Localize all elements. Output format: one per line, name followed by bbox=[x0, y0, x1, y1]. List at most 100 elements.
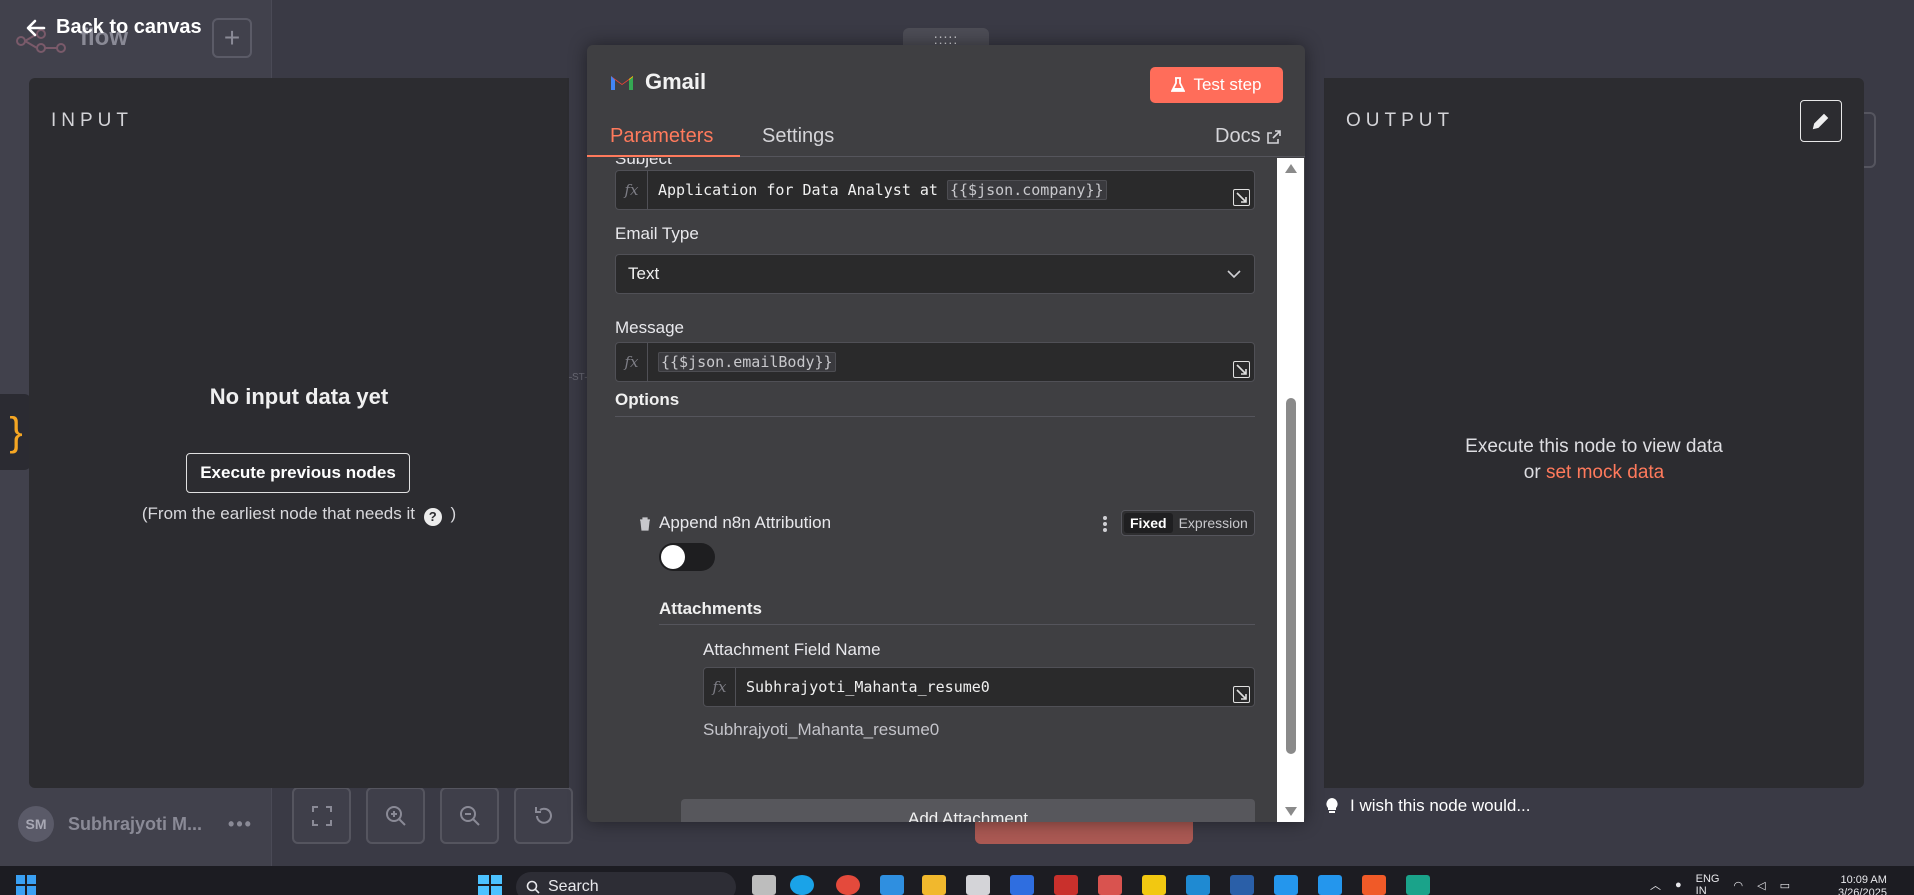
subject-field[interactable]: fx Application for Data Analyst at {{$js… bbox=[615, 170, 1255, 210]
power-bi-icon[interactable] bbox=[1142, 875, 1166, 895]
append-attribution-label: Append n8n Attribution bbox=[659, 513, 832, 532]
tab-settings[interactable]: Settings bbox=[762, 125, 834, 148]
app-icon[interactable] bbox=[1054, 875, 1078, 895]
attachment-field[interactable]: fx Subhrajyoti_Mahanta_resume0 bbox=[703, 667, 1255, 707]
fx-icon: fx bbox=[616, 171, 648, 209]
zoom-in-icon bbox=[385, 805, 406, 826]
app-icon[interactable] bbox=[1098, 875, 1122, 895]
expand-icon[interactable] bbox=[1233, 189, 1250, 206]
app-icon[interactable] bbox=[1406, 875, 1430, 895]
weather-icon[interactable]: ● bbox=[1675, 879, 1682, 891]
app-icon[interactable] bbox=[966, 875, 990, 895]
taskbar-search[interactable]: Search bbox=[516, 872, 736, 895]
fit-view-icon bbox=[311, 805, 332, 826]
node-settings-modal: Gmail Test step Parameters Settings Docs… bbox=[587, 45, 1305, 822]
task-view-icon[interactable] bbox=[752, 875, 776, 895]
options-divider bbox=[615, 416, 1255, 417]
output-panel-label: OUTPUT bbox=[1346, 110, 1455, 131]
arrow-left-icon bbox=[26, 19, 46, 36]
postman-icon[interactable] bbox=[1362, 875, 1386, 895]
output-message-line1: Execute this node to view data bbox=[1465, 436, 1723, 457]
email-type-label: Email Type bbox=[615, 224, 699, 243]
docker-icon[interactable] bbox=[1274, 875, 1298, 895]
back-to-canvas-link[interactable]: Back to canvas bbox=[26, 16, 202, 39]
message-expression: {{$json.emailBody}} bbox=[658, 352, 836, 372]
add-button[interactable]: + bbox=[212, 18, 252, 58]
user-profile[interactable]: SM Subhrajyoti M... ••• bbox=[18, 806, 253, 842]
attribution-toggle[interactable] bbox=[659, 543, 715, 571]
attachment-preview: Subhrajyoti_Mahanta_resume0 bbox=[703, 720, 940, 739]
input-panel: INPUT No input data yet Execute previous… bbox=[29, 78, 569, 788]
code-braces-icon[interactable]: } bbox=[0, 394, 32, 470]
output-panel: OUTPUT Execute this node to view data or… bbox=[1324, 78, 1864, 788]
expression-option[interactable]: Expression bbox=[1173, 513, 1254, 533]
battery-icon[interactable]: ▭ bbox=[1780, 879, 1790, 892]
add-attachment-button[interactable]: Add Attachment bbox=[681, 799, 1255, 822]
expand-icon[interactable] bbox=[1233, 686, 1250, 703]
expand-icon[interactable] bbox=[1233, 361, 1250, 378]
language-indicator[interactable]: ENG IN bbox=[1696, 873, 1720, 895]
options-title: Options bbox=[615, 390, 680, 409]
docker-icon[interactable] bbox=[1318, 875, 1342, 895]
user-name: Subhrajyoti M... bbox=[68, 813, 203, 834]
flask-icon bbox=[1171, 77, 1186, 92]
docs-link[interactable]: Docs bbox=[1215, 125, 1281, 148]
app-icon[interactable] bbox=[1010, 875, 1034, 895]
edge-icon[interactable] bbox=[790, 875, 814, 895]
earliest-node-hint: (From the earliest node that needs it ? … bbox=[29, 504, 569, 526]
zoom-in-button[interactable] bbox=[366, 787, 425, 844]
node-title-text: Gmail bbox=[645, 69, 707, 94]
wifi-icon[interactable]: ◠ bbox=[1734, 879, 1744, 892]
user-menu-icon[interactable]: ••• bbox=[228, 814, 253, 835]
windows-taskbar: Search ︿ ● ENG IN ◠ ◁ ▭ 10:09 AM 3/26/202… bbox=[0, 866, 1914, 895]
attachment-field-label: Attachment Field Name bbox=[703, 640, 881, 659]
docs-label: Docs bbox=[1215, 125, 1261, 147]
subject-prefix: Application for Data Analyst at bbox=[658, 181, 947, 199]
fit-view-button[interactable] bbox=[292, 787, 351, 844]
scroll-thumb[interactable] bbox=[1286, 398, 1296, 754]
chevron-up-icon[interactable]: ︿ bbox=[1650, 877, 1661, 893]
modal-tabs: Parameters Settings Docs bbox=[587, 117, 1305, 157]
system-tray: ︿ ● ENG IN ◠ ◁ ▭ bbox=[1650, 873, 1790, 895]
node-title: Gmail bbox=[609, 69, 706, 95]
execute-previous-nodes-button[interactable]: Execute previous nodes bbox=[186, 453, 410, 493]
hint-suffix: ) bbox=[450, 504, 457, 523]
windows-start-icon[interactable] bbox=[16, 875, 36, 895]
no-input-title: No input data yet bbox=[209, 384, 389, 409]
app-icon[interactable] bbox=[1230, 875, 1254, 895]
hint-text: (From the earliest node that needs it bbox=[141, 504, 415, 523]
modal-scrollbar[interactable] bbox=[1277, 158, 1304, 822]
feedback-link[interactable]: I wish this node would... bbox=[1324, 796, 1530, 816]
avatar: SM bbox=[18, 806, 54, 842]
message-label: Message bbox=[615, 318, 684, 337]
chrome-icon[interactable] bbox=[836, 875, 860, 895]
external-link-icon bbox=[1266, 129, 1281, 144]
subject-label: Subject bbox=[615, 158, 672, 168]
tab-parameters[interactable]: Parameters bbox=[610, 125, 713, 148]
lightbulb-icon bbox=[1326, 798, 1338, 813]
more-options-icon[interactable] bbox=[1101, 514, 1109, 534]
fx-icon: fx bbox=[704, 668, 736, 706]
store-icon[interactable] bbox=[880, 875, 904, 895]
clock[interactable]: 10:09 AM 3/26/2025 bbox=[1838, 874, 1887, 895]
email-type-select[interactable]: Text bbox=[615, 254, 1255, 294]
attachment-field-value: Subhrajyoti_Mahanta_resume0 bbox=[746, 678, 990, 696]
date: 3/26/2025 bbox=[1838, 887, 1887, 895]
search-label: Search bbox=[548, 878, 599, 895]
edit-output-button[interactable] bbox=[1800, 100, 1842, 142]
trash-icon[interactable] bbox=[639, 517, 651, 531]
reset-zoom-button[interactable] bbox=[514, 787, 573, 844]
vscode-icon[interactable] bbox=[1186, 875, 1210, 895]
file-explorer-icon[interactable] bbox=[922, 875, 946, 895]
fixed-option[interactable]: Fixed bbox=[1124, 513, 1173, 533]
help-icon[interactable]: ? bbox=[423, 507, 442, 526]
message-field[interactable]: fx {{$json.emailBody}} bbox=[615, 342, 1255, 382]
scroll-down-arrow[interactable] bbox=[1285, 807, 1297, 816]
windows-logo-icon[interactable] bbox=[478, 875, 502, 895]
test-step-button[interactable]: Test step bbox=[1150, 67, 1283, 103]
parameters-scroll-area[interactable]: Subject fx Application for Data Analyst … bbox=[587, 158, 1305, 822]
scroll-up-arrow[interactable] bbox=[1285, 164, 1297, 173]
volume-icon[interactable]: ◁ bbox=[1757, 879, 1765, 892]
set-mock-data-link[interactable]: set mock data bbox=[1546, 462, 1664, 483]
zoom-out-button[interactable] bbox=[440, 787, 499, 844]
